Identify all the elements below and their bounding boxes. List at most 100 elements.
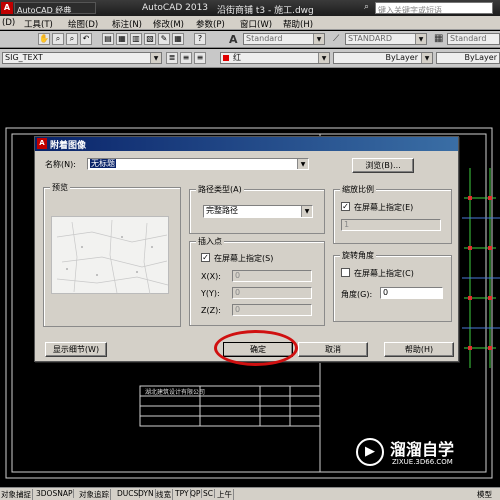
lineweight-dropdown[interactable]: ByLayer <box>436 52 500 64</box>
x-value: 0 <box>235 271 241 280</box>
status-dyn[interactable]: DYN <box>137 489 156 498</box>
status-sc[interactable]: SC <box>202 489 215 498</box>
x-field[interactable]: 0 <box>232 270 312 282</box>
insertion-point-group: 插入点 ✓ 在屏幕上指定(S) X(X): 0 Y(Y): 0 Z(Z): 0 <box>189 236 325 326</box>
search-input[interactable]: 键入关键字或短语 <box>375 2 493 14</box>
z-field[interactable]: 0 <box>232 304 312 316</box>
y-value: 0 <box>235 288 241 297</box>
rotation-on-screen-checkbox[interactable] <box>341 268 350 277</box>
tool-palettes-icon[interactable]: ▥ <box>130 33 142 45</box>
menu-item-d[interactable]: (D) <box>2 18 15 28</box>
status-bar: 对象捕捉 3DOSNAP 对象追踪 DUCS DYN 线宽 TPY QP SC … <box>0 487 500 500</box>
map-thumbnail <box>56 219 169 295</box>
sheet-set-icon[interactable]: ▧ <box>144 33 156 45</box>
preview-group: 预览 <box>43 182 181 327</box>
dim-style-dropdown[interactable]: STANDARD ▼ <box>345 33 427 45</box>
help-button[interactable]: 帮助(H) <box>384 342 454 357</box>
y-label: Y(Y): <box>201 289 220 298</box>
status-3dosnap[interactable]: 3DOSNAP <box>35 489 75 498</box>
file-name: 沿街商铺 t3 - 施工.dwg <box>217 6 314 16</box>
pan-icon[interactable]: ✋ <box>38 33 50 45</box>
menu-item-tools[interactable]: 工具(T) <box>24 18 53 30</box>
zoom-realtime-icon[interactable]: ⌕ <box>52 33 64 45</box>
y-field[interactable]: 0 <box>232 287 312 299</box>
markup-icon[interactable]: ✎ <box>158 33 170 45</box>
status-model[interactable]: 模型 <box>476 489 493 500</box>
status-qp[interactable]: QP <box>189 489 203 498</box>
menu-item-dimension[interactable]: 标注(N) <box>112 18 142 30</box>
color-swatch <box>223 55 229 61</box>
menu-item-window[interactable]: 窗口(W) <box>240 18 272 30</box>
x-label: X(X): <box>201 272 221 281</box>
rotation-on-screen-label: 在屏幕上指定(C) <box>354 269 414 278</box>
scale-field[interactable]: 1 <box>341 219 441 231</box>
chevron-down-icon: ▼ <box>421 53 432 63</box>
standard-toolbar: ✋ ⌕ ⌕ ↶ ▤ ▦ ▥ ▧ ✎ ▦ ? A Standard ▼ ⟋ STAN… <box>0 31 500 48</box>
menu-item-parametric[interactable]: 参数(P) <box>196 18 225 30</box>
scale-on-screen-checkbox[interactable]: ✓ <box>341 202 350 211</box>
name-dropdown[interactable]: 无标题 ▼ <box>87 158 309 170</box>
menu-item-help[interactable]: 帮助(H) <box>283 18 313 30</box>
cancel-button[interactable]: 取消 <box>298 342 368 357</box>
attach-image-dialog: A 附着图像 名称(N): 无标题 ▼ 浏览(B)... 预览 路径类型(A) … <box>34 136 459 362</box>
color-value: 红 <box>233 53 241 62</box>
browse-button[interactable]: 浏览(B)... <box>352 158 414 173</box>
status-lineweight[interactable]: 线宽 <box>155 489 173 500</box>
design-center-icon[interactable]: ▦ <box>116 33 128 45</box>
properties-icon[interactable]: ▤ <box>102 33 114 45</box>
dialog-app-icon: A <box>37 138 47 149</box>
search-placeholder: 键入关键字或短语 <box>378 6 442 14</box>
angle-label: 角度(G): <box>341 290 373 299</box>
layer-properties-icon[interactable]: ≣ <box>166 52 178 64</box>
menu-bar: (D) 工具(T) 绘图(D) 标注(N) 修改(M) 参数(P) 窗口(W) … <box>0 16 500 30</box>
rotation-group: 旋转角度 在屏幕上指定(C) 角度(G): 0 <box>333 250 452 322</box>
linetype-dropdown[interactable]: ByLayer ▼ <box>333 52 433 64</box>
highlight-circle <box>214 330 298 366</box>
layer-previous-icon[interactable]: ≡ <box>180 52 192 64</box>
dialog-title-bar[interactable]: A 附着图像 <box>35 137 458 151</box>
help-icon[interactable]: ? <box>194 33 206 45</box>
lineweight-value: ByLayer <box>464 53 497 62</box>
z-label: Z(Z): <box>201 306 221 315</box>
path-type-label: 路径类型(A) <box>196 184 244 195</box>
menu-item-modify[interactable]: 修改(M) <box>153 18 184 30</box>
workspace-label: AutoCAD 经典 <box>17 6 72 14</box>
preview-label: 预览 <box>50 182 70 193</box>
workspace-selector[interactable]: AutoCAD 经典 <box>14 2 96 14</box>
chevron-down-icon: ▼ <box>415 34 426 44</box>
watermark-url: ZIXUE.3D66.COM <box>392 458 453 466</box>
color-dropdown[interactable]: 红 ▼ <box>220 52 330 64</box>
path-type-group: 路径类型(A) 完整路径 ▼ <box>189 184 325 234</box>
image-preview <box>51 216 169 295</box>
chevron-down-icon: ▼ <box>297 159 308 169</box>
insert-on-screen-label: 在屏幕上指定(S) <box>214 254 274 263</box>
watermark-logo-icon: ▶ <box>356 438 384 466</box>
calculator-icon[interactable]: ▦ <box>172 33 184 45</box>
search-icon[interactable]: ⌕ <box>364 2 374 13</box>
chevron-down-icon: ▼ <box>318 53 329 63</box>
scale-on-screen-label: 在屏幕上指定(E) <box>354 203 414 212</box>
insert-on-screen-checkbox[interactable]: ✓ <box>201 253 210 262</box>
chevron-down-icon: ▼ <box>313 34 324 44</box>
path-type-value: 完整路径 <box>206 206 238 215</box>
text-style-dropdown[interactable]: Standard ▼ <box>243 33 325 45</box>
zoom-window-icon[interactable]: ⌕ <box>66 33 78 45</box>
table-style-dropdown[interactable]: Standard <box>447 33 500 45</box>
chevron-down-icon: ▼ <box>301 206 312 217</box>
status-osnap[interactable]: 对象捕捉 <box>0 489 33 500</box>
angle-field[interactable]: 0 <box>380 287 443 299</box>
layer-dropdown[interactable]: SIG_TEXT ▼ <box>2 52 162 64</box>
text-style-icon: A <box>229 33 238 46</box>
status-otrack[interactable]: 对象追踪 <box>78 489 111 500</box>
zoom-previous-icon[interactable]: ↶ <box>80 33 92 45</box>
app-logo-icon[interactable]: A <box>1 2 13 14</box>
z-value: 0 <box>235 305 241 314</box>
path-type-dropdown[interactable]: 完整路径 ▼ <box>203 205 313 218</box>
show-details-button[interactable]: 显示细节(W) <box>45 342 107 357</box>
scale-label: 缩放比例 <box>340 184 376 195</box>
scale-group: 缩放比例 ✓ 在屏幕上指定(E) 1 <box>333 184 452 244</box>
layer-match-icon[interactable]: ≡ <box>194 52 206 64</box>
watermark: ▶ 溜溜自学 ZIXUE.3D66.COM <box>356 436 468 480</box>
menu-item-draw[interactable]: 绘图(D) <box>68 18 98 30</box>
checkmark-icon: ✓ <box>202 253 209 262</box>
